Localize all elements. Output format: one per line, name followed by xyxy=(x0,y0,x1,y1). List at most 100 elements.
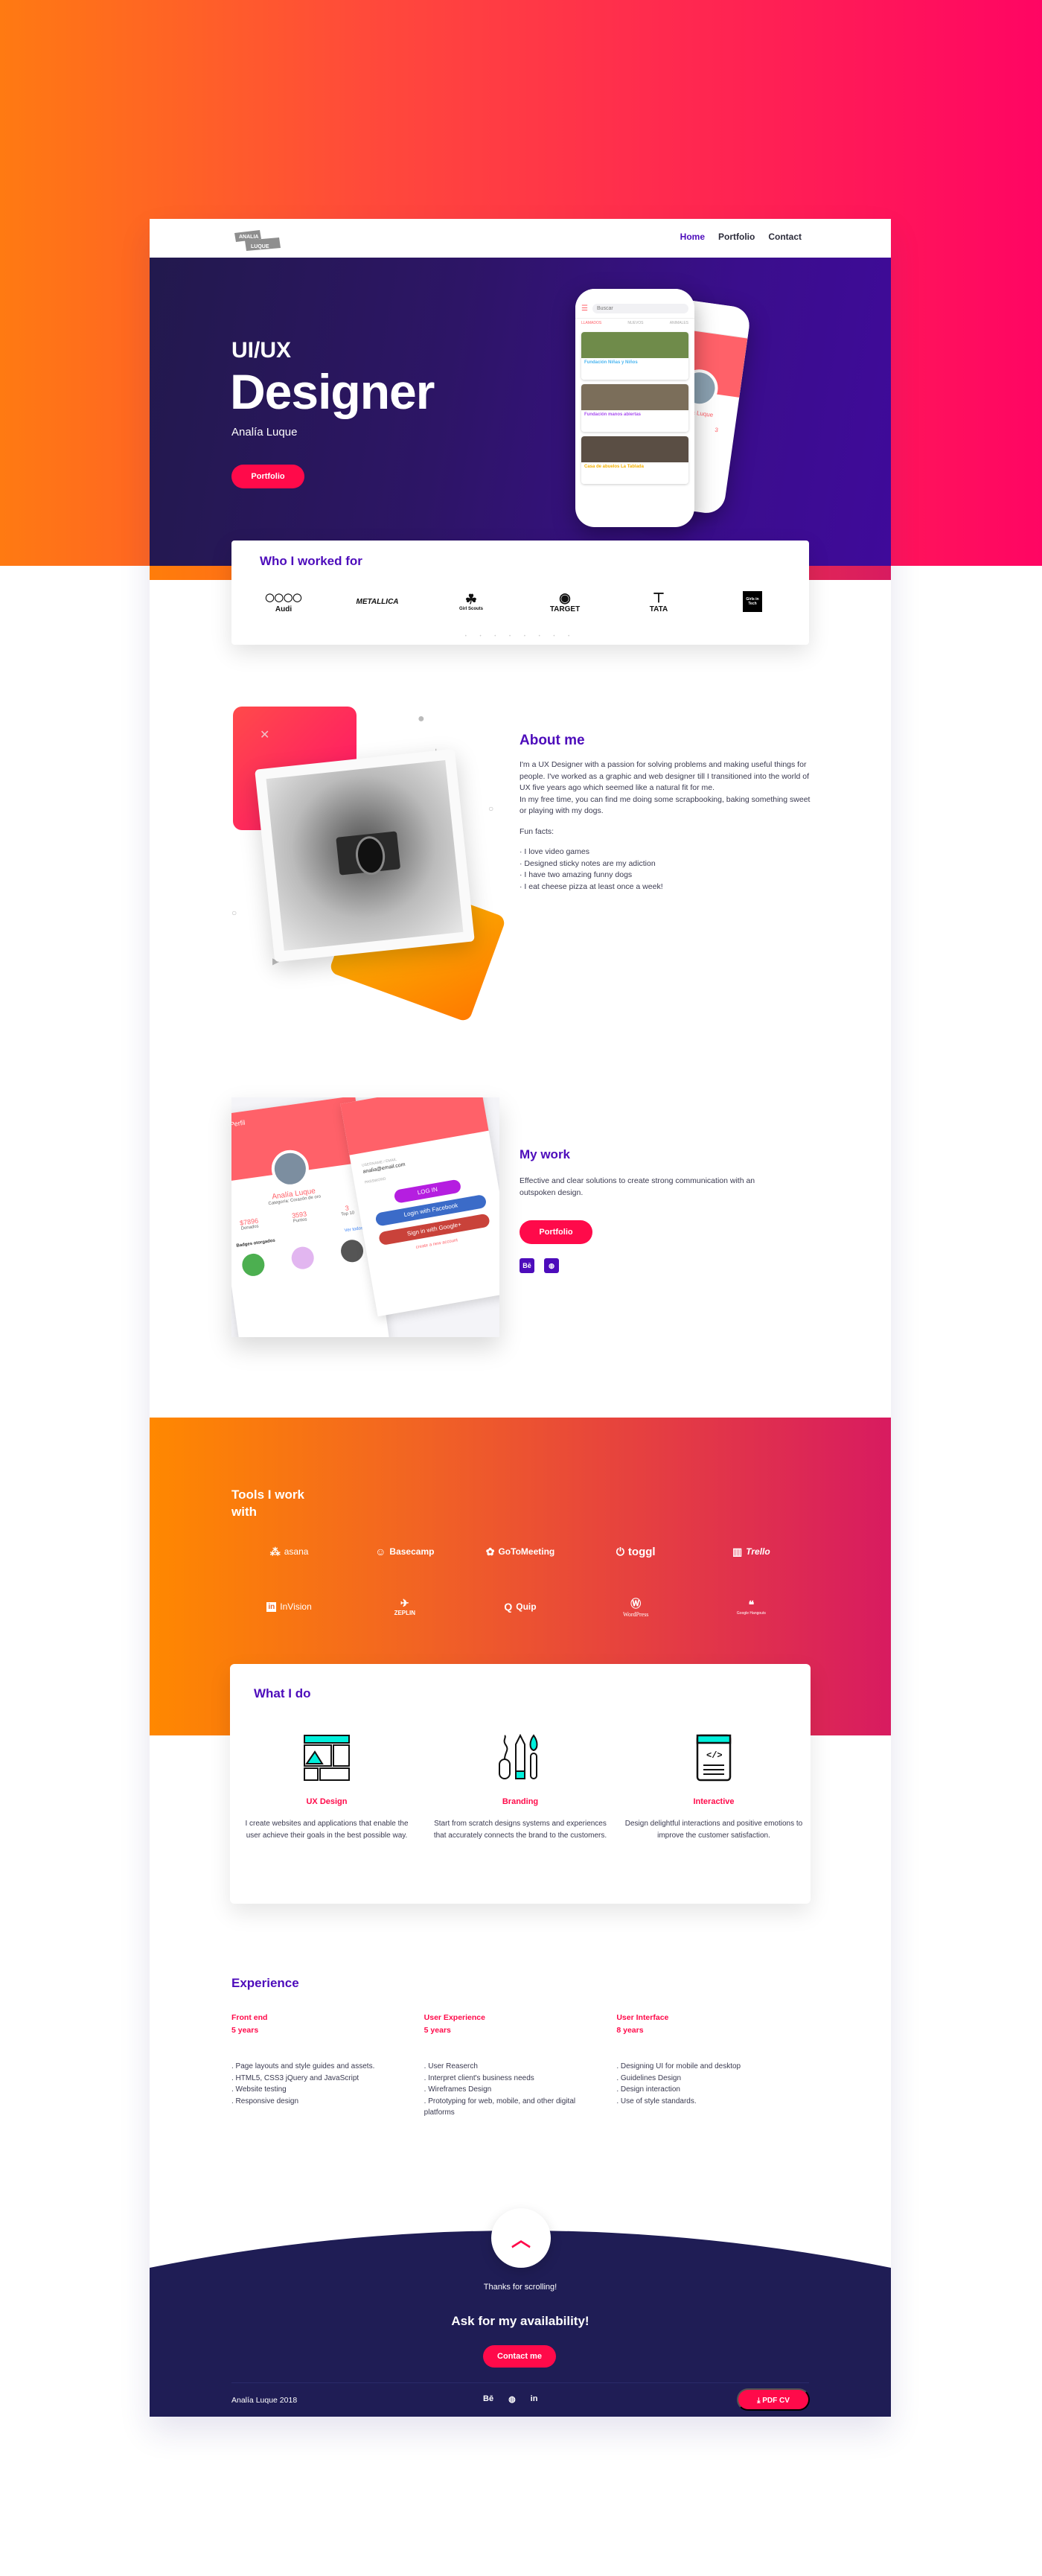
top-navbar: ANALIA LUQUE Home Portfolio Contact xyxy=(150,219,891,258)
tool-gotomeeting: ✿ GoToMeeting xyxy=(485,1545,555,1558)
portfolio-page: ANALIA LUQUE Home Portfolio Contact UI/U… xyxy=(150,219,891,2417)
nav-contact[interactable]: Contact xyxy=(768,232,802,242)
behance-icon[interactable]: Bē xyxy=(520,1258,534,1273)
experience-area: User Experience xyxy=(423,2013,485,2022)
badge-icon xyxy=(290,1245,316,1271)
tool-invision: in InVision xyxy=(266,1601,312,1612)
service-title: Branding xyxy=(502,1797,539,1806)
experience-item: . Designing UI for mobile and desktop xyxy=(616,2062,741,2070)
behance-icon[interactable]: Bē xyxy=(483,2394,493,2404)
experience-item: . Interpret client's business needs xyxy=(423,2073,534,2082)
toggl-icon: ⏻ xyxy=(616,1545,624,1558)
asana-icon: ⁂ xyxy=(269,1545,281,1558)
main-nav: Home Portfolio Contact xyxy=(680,232,802,242)
work-title: My work xyxy=(520,1147,571,1161)
footer-divider xyxy=(231,2382,809,2383)
code-window-icon: </> xyxy=(696,1734,732,1782)
fun-fact: · I have two amazing funny dogs xyxy=(520,870,633,879)
experience-column: User Experience 5 years . User Reaserch … xyxy=(424,2012,617,2119)
nav-portfolio[interactable]: Portfolio xyxy=(718,232,755,242)
experience-years: 5 years xyxy=(231,2026,259,2035)
experience-item: . Website testing xyxy=(231,2085,287,2094)
logo-line2: LUQUE xyxy=(251,244,269,249)
tool-trello: ▥ Trello xyxy=(732,1545,770,1558)
menu-icon: ☰ xyxy=(581,305,588,313)
experience-item: . Guidelines Design xyxy=(616,2073,682,2082)
what-i-do-title: What I do xyxy=(254,1686,311,1700)
phone-tab: NUEVOS xyxy=(627,321,644,325)
experience-column: User Interface 8 years . Designing UI fo… xyxy=(616,2012,809,2119)
gotomeeting-icon: ✿ xyxy=(485,1545,495,1558)
work-mockup-image: Mi Perfil Analía Luque Categoría: Corazó… xyxy=(231,1097,499,1337)
camera-graphic xyxy=(335,831,401,876)
badges-title: Badges otorgados xyxy=(236,1238,276,1249)
profile-photo xyxy=(266,759,464,951)
phone-tab: ANIMALES xyxy=(669,321,688,325)
fun-fact: · I eat cheese pizza at least once a wee… xyxy=(520,881,663,891)
ring-icon: ○ xyxy=(231,908,237,918)
logo[interactable]: ANALIA LUQUE xyxy=(233,229,282,251)
pdf-cv-label: PDF CV xyxy=(762,2397,790,2405)
quip-icon: Q xyxy=(504,1601,513,1613)
clients-carousel[interactable]: ◯◯◯◯ Audi METALLICA ☘ Girl Scouts ◉ TARGET … xyxy=(261,585,775,618)
svg-text:</>: </> xyxy=(706,1750,723,1761)
work-social-links: Bē ◍ xyxy=(520,1258,559,1273)
about-paragraph: I'm a UX Designer with a passion for sol… xyxy=(520,760,809,792)
phone-card: Fundación manos abiertas xyxy=(581,384,688,432)
clients-card: Who I worked for ◯◯◯◯ Audi METALLICA ☘ Gir… xyxy=(231,541,809,645)
services-list: UX Design I create websites and applicat… xyxy=(230,1733,811,1841)
experience-item: . User Reaserch xyxy=(423,2062,478,2070)
fun-fact: · I love video games xyxy=(520,847,589,856)
work-text: Effective and clear solutions to create … xyxy=(520,1176,755,1197)
fun-fact: · Designed sticky notes are my adiction xyxy=(520,858,656,868)
service-title: UX Design xyxy=(306,1797,348,1806)
basecamp-icon: ☺ xyxy=(375,1546,386,1558)
hero-section: UI/UX Designer Analía Luque Portfolio An… xyxy=(150,258,891,566)
experience-item: . Prototyping for web, mobile, and other… xyxy=(423,2097,576,2117)
service-text: Design delightful interactions and posit… xyxy=(624,1820,803,1840)
thanks-text: Thanks for scrolling! xyxy=(483,2283,557,2292)
dribbble-icon[interactable]: ◍ xyxy=(508,2394,516,2404)
experience-column: Front end 5 years . Page layouts and sty… xyxy=(231,2012,424,2119)
experience-years: 8 years xyxy=(616,2026,644,2035)
logo-line1: ANALIA xyxy=(239,235,258,240)
client-logo-target: ◉ TARGET xyxy=(549,590,581,613)
tool-quip: Q Quip xyxy=(504,1601,537,1613)
profile-top: 3 xyxy=(714,426,719,434)
experience-item: . Use of style standards. xyxy=(616,2097,697,2105)
hangouts-icon: ❝ xyxy=(748,1598,755,1610)
phone-tab: LLAMADOS xyxy=(581,321,602,325)
hero-portfolio-button[interactable]: Portfolio xyxy=(231,465,304,488)
see-all-link: Ver todos xyxy=(344,1225,364,1234)
about-illustration: ✕ + ● ○ ○ ▶ xyxy=(231,707,507,1023)
badge-icon xyxy=(240,1252,266,1278)
hero-subtitle: UI/UX xyxy=(231,338,292,363)
contact-button[interactable]: Contact me xyxy=(483,2345,556,2368)
availability-title: Ask for my availability! xyxy=(451,2314,589,2328)
tool-zeplin: ✈ ZEPLIN xyxy=(394,1597,416,1616)
phone-card: Casa de abuelos La Tablada xyxy=(581,436,688,484)
scroll-top-button[interactable]: ︿ xyxy=(491,2208,551,2268)
zeplin-icon: ✈ xyxy=(400,1597,409,1609)
carousel-dots[interactable]: • • • • • • • • xyxy=(231,634,809,639)
tool-asana: ⁂ asana xyxy=(269,1545,309,1558)
linkedin-icon[interactable]: in xyxy=(531,2394,538,2404)
work-portfolio-button[interactable]: Portfolio xyxy=(520,1220,592,1244)
about-text: I'm a UX Designer with a passion for sol… xyxy=(520,759,817,893)
hero-title: Designer xyxy=(230,364,435,419)
pdf-cv-button[interactable]: ⤓ PDF CV xyxy=(737,2388,810,2411)
service-title: Interactive xyxy=(693,1797,735,1806)
tools-grid: ⁂ asana ☺ Basecamp ✿ GoToMeeting ⏻ toggl ▥ Tr… xyxy=(231,1537,809,1622)
experience-years: 5 years xyxy=(423,2026,451,2035)
invision-icon: in xyxy=(266,1601,277,1612)
nav-home[interactable]: Home xyxy=(680,232,705,242)
phone-mockup-feed: ☰ Buscar LLAMADOS NUEVOS ANIMALES Fundac… xyxy=(575,289,694,527)
phone-card: Fundación Niñas y Niños xyxy=(581,332,688,380)
wireframe-icon xyxy=(304,1735,350,1781)
badge-icon xyxy=(339,1238,365,1264)
about-title: About me xyxy=(520,733,585,748)
dribbble-icon[interactable]: ◍ xyxy=(544,1258,559,1273)
experience-item: . Design interaction xyxy=(616,2085,680,2094)
phone-search-bar: ☰ Buscar xyxy=(575,289,694,319)
hero-name: Analía Luque xyxy=(231,426,298,439)
